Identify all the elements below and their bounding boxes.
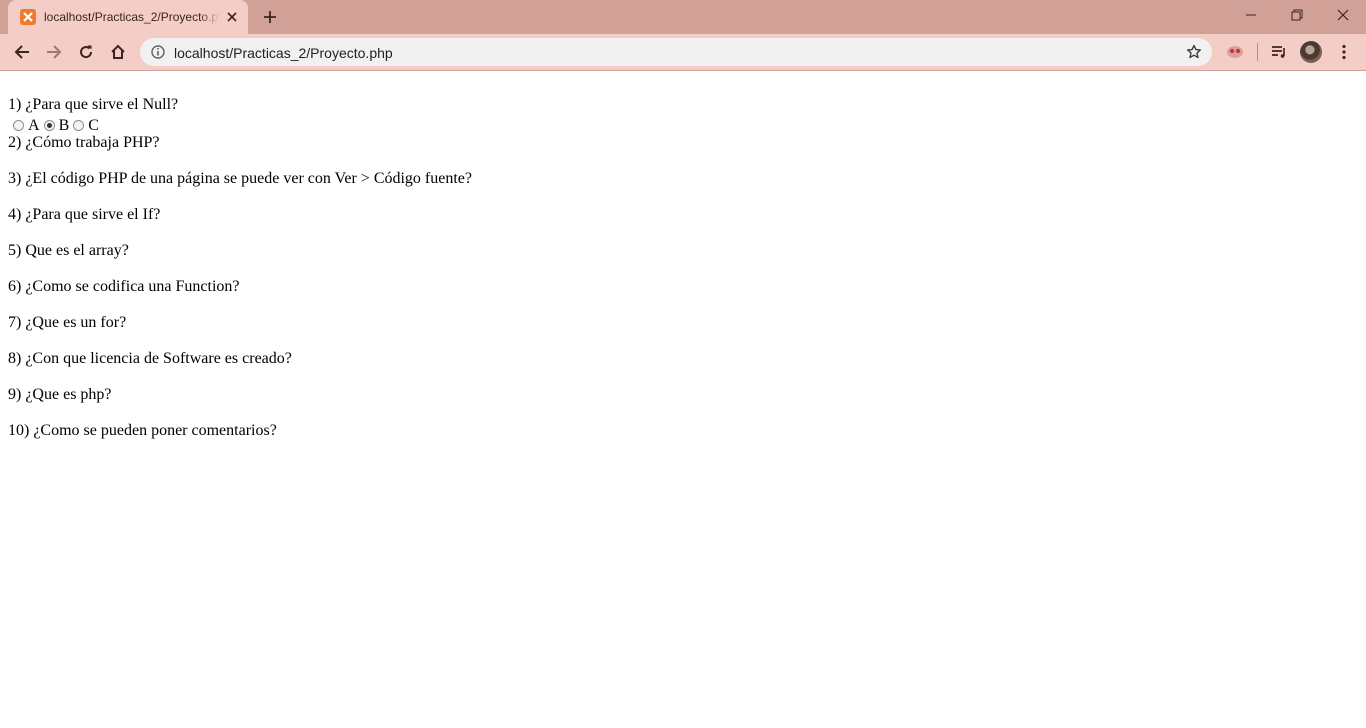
radio-option-b[interactable] [43, 119, 55, 131]
question-7: 7) ¿Que es un for? [8, 314, 127, 331]
reload-icon[interactable] [72, 38, 100, 66]
question-6: 6) ¿Como se codifica una Function? [8, 278, 240, 295]
tab-title: localhost/Practicas_2/Proyecto.php [44, 10, 220, 24]
back-arrow-icon[interactable] [8, 38, 36, 66]
kebab-menu-icon[interactable] [1330, 38, 1358, 66]
question-9: 9) ¿Que es php? [8, 386, 112, 403]
media-queue-icon[interactable] [1265, 38, 1293, 66]
forward-arrow-icon[interactable] [40, 38, 68, 66]
home-icon[interactable] [104, 38, 132, 66]
address-bar[interactable]: localhost/Practicas_2/Proyecto.php [140, 38, 1212, 66]
toolbar-separator [1257, 43, 1258, 61]
extension-icon[interactable] [1221, 38, 1249, 66]
option-label-a: A [28, 117, 40, 134]
radio-option-c[interactable] [73, 119, 85, 131]
plus-icon[interactable] [260, 7, 280, 27]
close-window-icon[interactable] [1320, 0, 1366, 30]
radio-option-a[interactable] [13, 119, 24, 131]
xampp-favicon-icon [20, 9, 36, 25]
browser-toolbar: localhost/Practicas_2/Proyecto.php [0, 34, 1366, 71]
question-1-options: A B C [13, 117, 103, 135]
star-icon[interactable] [1186, 44, 1202, 60]
restore-icon[interactable] [1274, 0, 1320, 30]
option-label-c: C [88, 117, 99, 134]
option-label-b: B [58, 117, 70, 134]
url-text[interactable]: localhost/Practicas_2/Proyecto.php [174, 45, 393, 61]
question-4: 4) ¿Para que sirve el If? [8, 206, 161, 223]
question-10: 10) ¿Como se pueden poner comentarios? [8, 422, 277, 439]
question-3: 3) ¿El código PHP de una página se puede… [8, 170, 473, 187]
question-1: 1) ¿Para que sirve el Null? [8, 96, 179, 113]
question-8: 8) ¿Con que licencia de Software es crea… [8, 350, 292, 367]
close-icon[interactable] [224, 9, 240, 25]
minimize-icon[interactable] [1228, 0, 1274, 30]
browser-titlebar: localhost/Practicas_2/Proyecto.php [0, 0, 1366, 34]
info-icon[interactable] [150, 44, 166, 60]
avatar[interactable] [1300, 41, 1322, 63]
question-2: 2) ¿Cómo trabaja PHP? [8, 134, 160, 151]
browser-tab[interactable]: localhost/Practicas_2/Proyecto.php [8, 0, 248, 34]
question-5: 5) Que es el array? [8, 242, 129, 259]
